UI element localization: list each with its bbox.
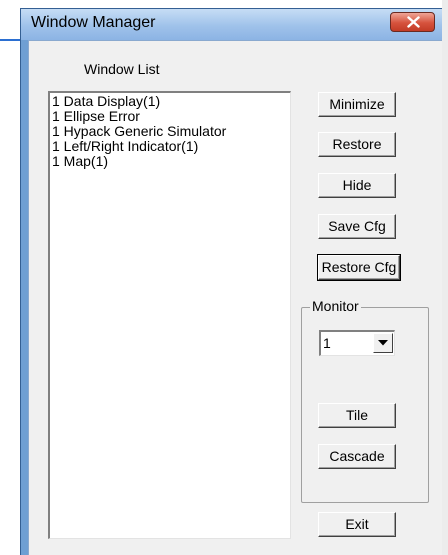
cascade-button[interactable]: Cascade [318, 444, 396, 469]
exit-button[interactable]: Exit [318, 512, 396, 537]
restore-button[interactable]: Restore [318, 132, 396, 157]
restore-cfg-button[interactable]: Restore Cfg [317, 254, 401, 281]
dialog-client-area: Window List 1 Data Display(1) 1 Ellipse … [28, 40, 442, 555]
background-accent-line [0, 39, 20, 41]
window-title: Window Manager [31, 14, 156, 31]
list-item[interactable]: 1 Ellipse Error [52, 109, 290, 124]
save-cfg-button[interactable]: Save Cfg [318, 214, 396, 239]
hide-button[interactable]: Hide [318, 173, 396, 198]
monitor-select[interactable]: 1 [319, 330, 395, 356]
monitor-selected-value: 1 [323, 335, 331, 351]
window-manager-dialog: Window Manager Window List 1 Data Displa… [20, 8, 442, 555]
tile-button[interactable]: Tile [318, 403, 396, 428]
monitor-label: Monitor [310, 298, 361, 314]
minimize-button[interactable]: Minimize [318, 92, 396, 117]
background-edge [442, 0, 448, 555]
list-item[interactable]: 1 Hypack Generic Simulator [52, 124, 290, 139]
list-item[interactable]: 1 Data Display(1) [52, 94, 290, 109]
window-listbox[interactable]: 1 Data Display(1) 1 Ellipse Error 1 Hypa… [48, 91, 291, 539]
list-item[interactable]: 1 Map(1) [52, 154, 290, 169]
list-item[interactable]: 1 Left/Right Indicator(1) [52, 139, 290, 154]
chevron-down-icon [378, 340, 388, 346]
window-list-label: Window List [84, 61, 160, 77]
monitor-dropdown-button[interactable] [373, 333, 393, 353]
title-bar[interactable]: Window Manager [21, 9, 442, 40]
close-icon [407, 16, 420, 28]
close-button[interactable] [390, 12, 435, 32]
